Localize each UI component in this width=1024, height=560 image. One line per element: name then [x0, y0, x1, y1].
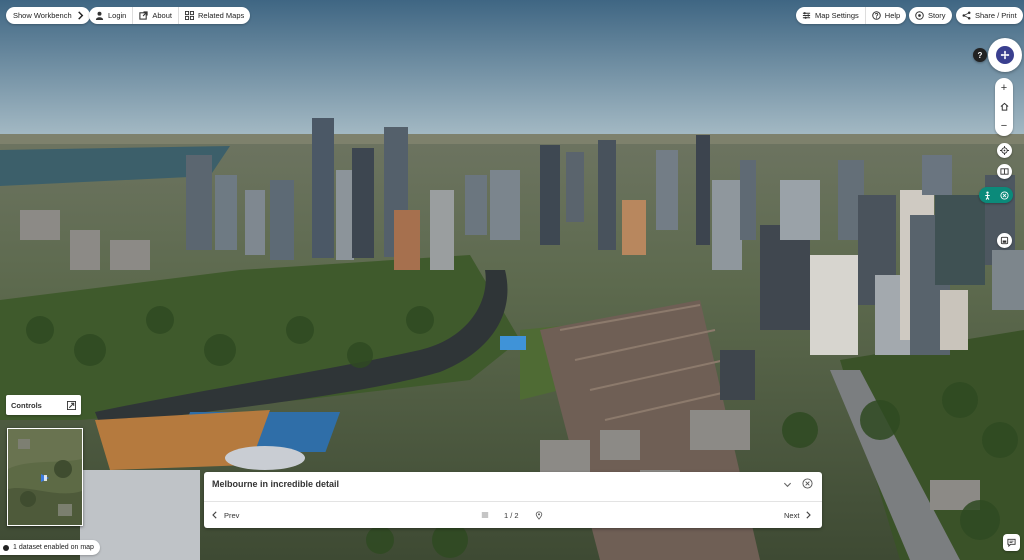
story-button[interactable]: Story [909, 7, 952, 24]
pedestrian-minimap-icon[interactable] [997, 233, 1012, 248]
help-mark-button[interactable]: ? [973, 48, 987, 62]
chevron-right-icon [804, 511, 812, 519]
controls-panel[interactable]: Controls [6, 395, 81, 415]
pedestrian-icon[interactable] [983, 190, 992, 200]
sliders-icon [802, 11, 811, 20]
story-title: Melbourne in incredible detail [212, 479, 340, 489]
split-view-icon[interactable] [997, 164, 1012, 179]
related-maps-label: Related Maps [197, 11, 245, 20]
map-settings-label: Map Settings [815, 11, 859, 20]
login-label: Login [108, 11, 127, 20]
grid-icon [184, 11, 194, 20]
show-workbench-label: Show Workbench [13, 11, 72, 20]
external-link-icon [139, 11, 148, 20]
top-left-menu: Login About Related Maps [89, 7, 251, 24]
next-button[interactable]: Next [784, 511, 812, 520]
close-icon[interactable] [1000, 190, 1009, 200]
story-panel: Melbourne in incredible detail Prev 1 / … [204, 472, 822, 528]
about-button[interactable]: About [132, 7, 178, 24]
locate-icon[interactable] [997, 143, 1012, 158]
datasets-status-label: 1 dataset enabled on map [13, 544, 94, 551]
story-label: Story [928, 11, 946, 20]
story-icon [915, 11, 924, 20]
login-button[interactable]: Login [89, 7, 132, 24]
show-workbench-button[interactable]: Show Workbench [6, 7, 90, 24]
zoom-controls: + − [995, 78, 1013, 136]
chevron-left-icon [211, 511, 219, 519]
user-icon [95, 11, 104, 20]
zoom-in-button[interactable]: + [997, 81, 1011, 95]
help-button[interactable]: Help [864, 7, 906, 24]
share-print-button[interactable]: Share / Print [956, 7, 1023, 24]
next-label: Next [784, 510, 800, 520]
prev-label: Prev [224, 510, 240, 520]
minimap-image [8, 429, 82, 525]
status-dot-icon [3, 544, 9, 551]
help-mark-label: ? [977, 50, 983, 60]
story-counter: 1 / 2 [504, 510, 519, 520]
expand-icon[interactable] [67, 400, 76, 410]
related-maps-button[interactable]: Related Maps [177, 7, 250, 24]
zoom-out-button[interactable]: − [997, 119, 1011, 133]
map-settings-button[interactable]: Map Settings [796, 7, 865, 24]
pedestrian-mode-control [979, 187, 1013, 203]
home-icon[interactable] [997, 100, 1011, 114]
chevron-right-icon [76, 11, 85, 20]
chevron-down-icon[interactable] [783, 480, 792, 489]
help-label: Help [884, 11, 901, 20]
share-icon [962, 11, 971, 20]
controls-label: Controls [11, 400, 42, 410]
compass-icon[interactable] [988, 38, 1022, 72]
minimap[interactable] [7, 428, 83, 526]
share-print-label: Share / Print [975, 11, 1017, 20]
list-icon[interactable] [481, 511, 489, 519]
help-circle-icon [872, 11, 881, 20]
story-close-icon[interactable] [802, 478, 813, 489]
location-pin-icon[interactable] [535, 510, 543, 520]
datasets-status[interactable]: 1 dataset enabled on map [0, 540, 100, 555]
chat-icon[interactable] [1003, 534, 1020, 551]
about-label: About [152, 11, 172, 20]
prev-button[interactable]: Prev [211, 511, 239, 520]
top-right-menu: Map Settings Help [796, 7, 907, 24]
